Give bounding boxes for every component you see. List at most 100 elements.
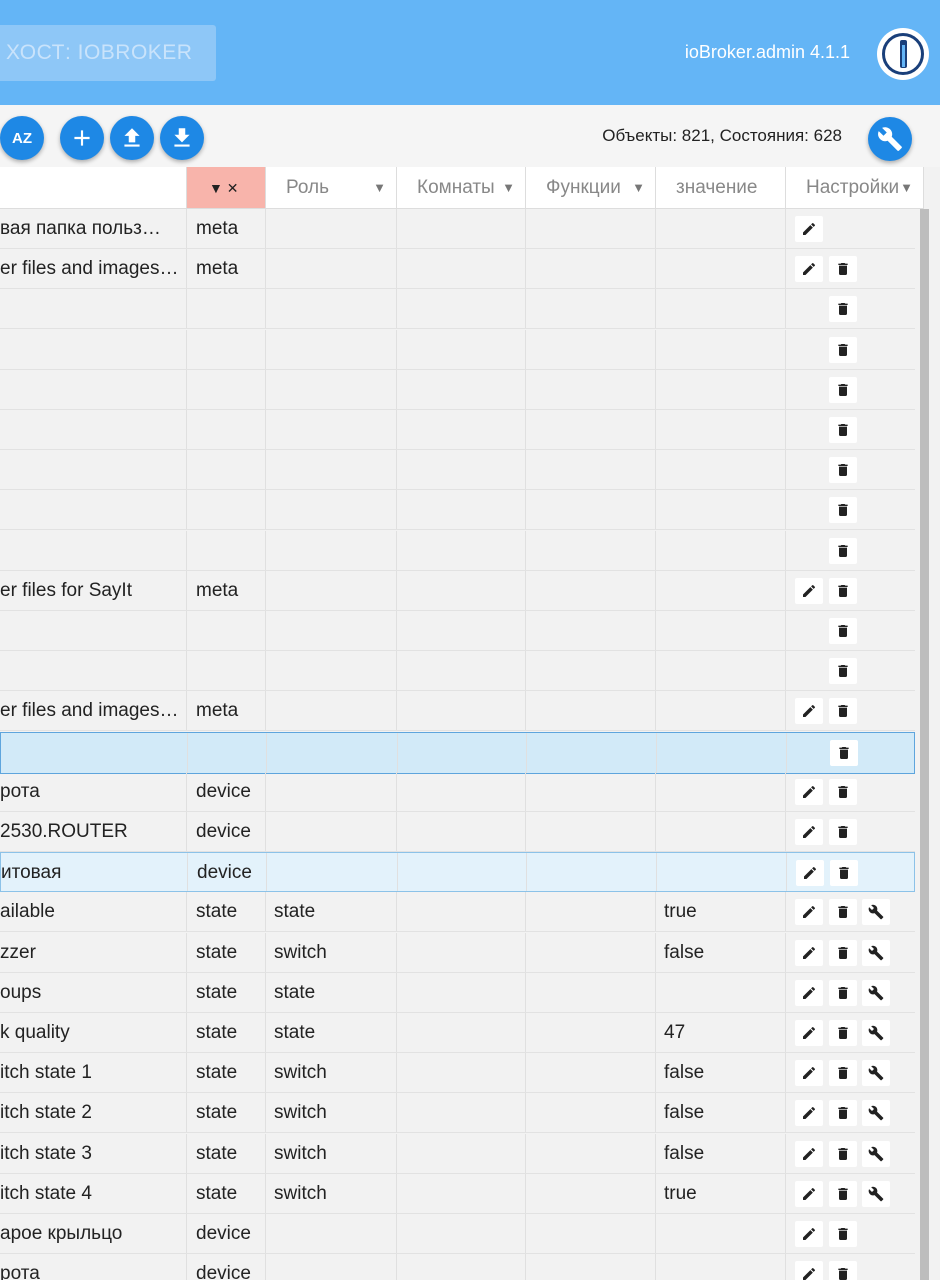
edit-button[interactable]	[795, 819, 823, 845]
table-row[interactable]	[0, 651, 915, 692]
delete-button[interactable]	[829, 417, 857, 443]
delete-button[interactable]	[829, 296, 857, 323]
object-name-cell: zzer	[0, 932, 187, 972]
edit-button[interactable]	[795, 1020, 823, 1046]
delete-button[interactable]	[829, 819, 857, 845]
state-settings-button[interactable]	[862, 899, 890, 926]
table-row[interactable]	[0, 329, 915, 370]
delete-button[interactable]	[829, 457, 857, 484]
edit-button[interactable]	[795, 1261, 823, 1280]
edit-button[interactable]	[795, 577, 823, 604]
edit-button[interactable]	[795, 256, 823, 283]
object-function-cell	[526, 771, 656, 811]
table-row[interactable]: рота device	[0, 1254, 915, 1280]
column-header-settings[interactable]: Настройки ▼	[786, 167, 924, 209]
state-settings-button[interactable]	[862, 1180, 890, 1207]
object-name-cell: итовая	[1, 853, 188, 892]
delete-button[interactable]	[829, 658, 857, 685]
delete-button[interactable]	[829, 1100, 857, 1127]
edit-button[interactable]	[795, 1060, 823, 1087]
column-header-role[interactable]: Роль ▼	[266, 167, 397, 209]
object-type-cell	[187, 410, 266, 449]
object-room-cell	[397, 450, 526, 490]
delete-button[interactable]	[830, 739, 858, 766]
delete-button[interactable]	[829, 618, 857, 644]
delete-button[interactable]	[829, 778, 857, 805]
trash-icon	[838, 1228, 848, 1240]
delete-button[interactable]	[829, 577, 857, 604]
table-row[interactable]	[0, 410, 915, 450]
add-object-button[interactable]	[60, 116, 104, 160]
delete-button[interactable]	[829, 899, 857, 926]
edit-button[interactable]	[795, 899, 823, 926]
table-row[interactable]: итовая device	[0, 852, 915, 893]
delete-button[interactable]	[829, 1060, 857, 1087]
delete-button[interactable]	[829, 939, 857, 966]
upload-button[interactable]	[110, 116, 154, 160]
table-row[interactable]	[0, 530, 915, 571]
edit-button[interactable]	[795, 778, 823, 805]
table-row[interactable]: er files and images… meta	[0, 249, 915, 290]
edit-button[interactable]	[795, 979, 823, 1006]
edit-button[interactable]	[795, 1140, 823, 1167]
column-header-type-filter[interactable]: ▼ ✕	[187, 167, 266, 209]
state-settings-button[interactable]	[862, 979, 890, 1006]
table-row[interactable]: er files and images… meta	[0, 691, 915, 732]
state-settings-button[interactable]	[862, 1020, 890, 1046]
delete-button[interactable]	[829, 1221, 857, 1247]
delete-button[interactable]	[829, 698, 857, 725]
delete-button[interactable]	[829, 979, 857, 1006]
table-row[interactable]	[0, 490, 915, 531]
object-function-cell	[526, 289, 656, 329]
state-settings-button[interactable]	[862, 1060, 890, 1087]
table-row[interactable]	[0, 289, 915, 330]
table-row[interactable]: вая папка польз… meta	[0, 209, 915, 249]
host-selector[interactable]: ХОСТ: IOBROKER	[0, 25, 216, 81]
state-settings-button[interactable]	[862, 1100, 890, 1127]
table-row[interactable]: арое крыльцо device	[0, 1214, 915, 1254]
edit-button[interactable]	[796, 860, 824, 887]
edit-button[interactable]	[795, 216, 823, 242]
vertical-scrollbar[interactable]	[920, 209, 929, 1280]
download-button[interactable]	[160, 116, 204, 160]
table-row[interactable]: рота device	[0, 771, 915, 812]
delete-button[interactable]	[829, 537, 857, 564]
table-row[interactable]: itch state 2 state switch false	[0, 1093, 915, 1134]
object-role-cell	[266, 530, 397, 570]
delete-button[interactable]	[829, 336, 857, 363]
top-app-bar: ХОСТ: IOBROKER ioBroker.admin 4.1.1	[0, 0, 940, 105]
delete-button[interactable]	[829, 376, 857, 403]
column-header-name[interactable]	[0, 167, 187, 209]
edit-button[interactable]	[795, 1180, 823, 1207]
state-settings-button[interactable]	[862, 939, 890, 966]
table-row[interactable]	[0, 369, 915, 410]
delete-button[interactable]	[829, 497, 857, 524]
table-row[interactable]: zzer state switch false	[0, 932, 915, 973]
table-row[interactable]: er files for SayIt meta	[0, 570, 915, 611]
state-settings-button[interactable]	[862, 1140, 890, 1167]
settings-button[interactable]	[868, 117, 912, 161]
table-row[interactable]	[0, 450, 915, 491]
delete-button[interactable]	[829, 1020, 857, 1046]
delete-button[interactable]	[829, 256, 857, 283]
edit-button[interactable]	[795, 698, 823, 725]
column-header-room[interactable]: Комнаты ▼	[397, 167, 526, 209]
delete-button[interactable]	[829, 1140, 857, 1167]
delete-button[interactable]	[830, 860, 858, 887]
table-row[interactable]: k quality state state 47	[0, 1013, 915, 1053]
edit-button[interactable]	[795, 1221, 823, 1247]
table-row[interactable]: ailable state state true	[0, 892, 915, 933]
table-row[interactable]: itch state 4 state switch true	[0, 1173, 915, 1214]
sort-az-button[interactable]: AZ	[0, 116, 44, 160]
delete-button[interactable]	[829, 1180, 857, 1207]
table-row[interactable]: itch state 1 state switch false	[0, 1053, 915, 1094]
edit-button[interactable]	[795, 1100, 823, 1127]
table-row[interactable]: oups state state	[0, 972, 915, 1013]
table-row[interactable]: 2530.ROUTER device	[0, 812, 915, 852]
edit-button[interactable]	[795, 939, 823, 966]
delete-button[interactable]	[829, 1261, 857, 1280]
table-row[interactable]	[0, 731, 915, 774]
table-row[interactable]	[0, 611, 915, 651]
table-row[interactable]: itch state 3 state switch false	[0, 1133, 915, 1174]
column-header-function[interactable]: Функции ▼	[526, 167, 656, 209]
